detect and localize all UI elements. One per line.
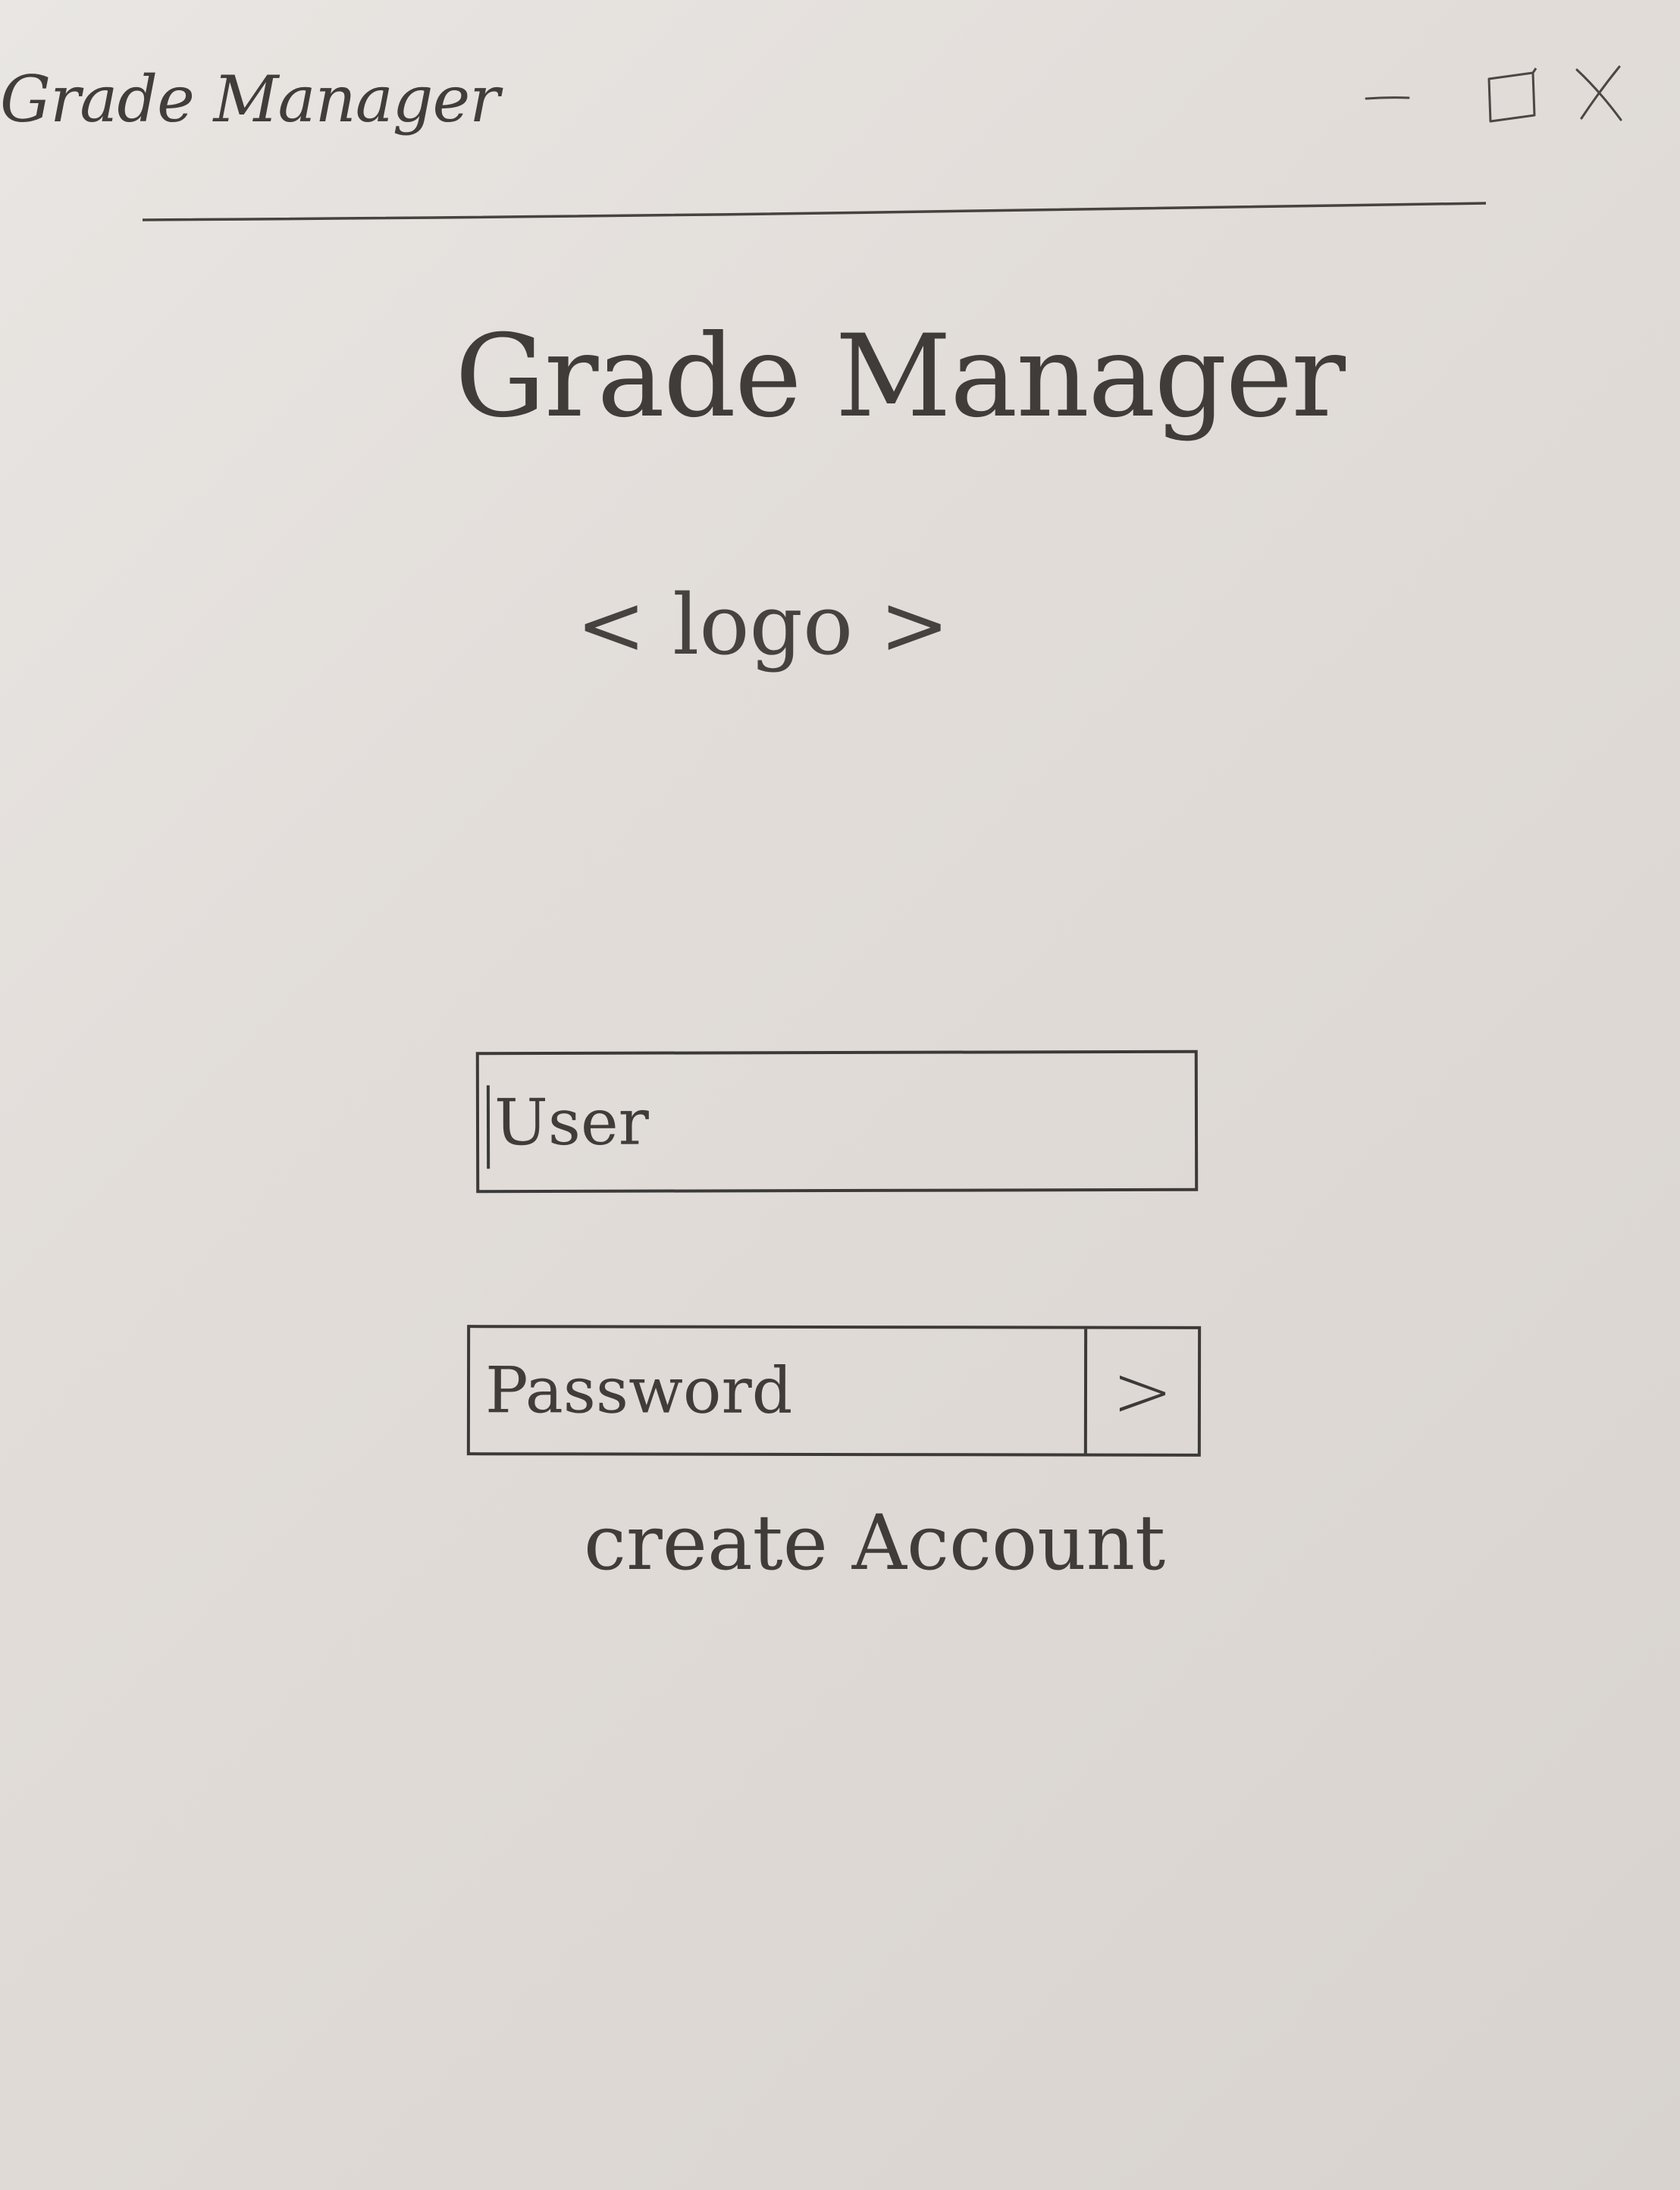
close-button[interactable] [1569,61,1638,136]
maximize-button[interactable] [1478,61,1547,136]
titlebar-divider [143,202,1486,221]
window-title: Grade Manager [0,62,500,136]
user-input[interactable] [483,1053,1189,1191]
minimize-button[interactable] [1357,61,1425,136]
password-input[interactable] [474,1328,1082,1454]
password-field[interactable]: > [466,1325,1202,1457]
maximize-icon [1487,67,1537,123]
create-account-link[interactable]: create Account [584,1498,1165,1587]
close-icon [1575,65,1622,121]
logo-placeholder: < logo > [576,576,950,673]
submit-button[interactable]: > [1083,1329,1199,1454]
user-field[interactable] [475,1050,1199,1194]
app-title: Grade Manager [455,311,1346,443]
window-controls [1357,61,1645,136]
minimize-icon [1365,96,1410,100]
login-window: Grade Manager Grade Manager < logo > Use… [0,0,1680,2190]
